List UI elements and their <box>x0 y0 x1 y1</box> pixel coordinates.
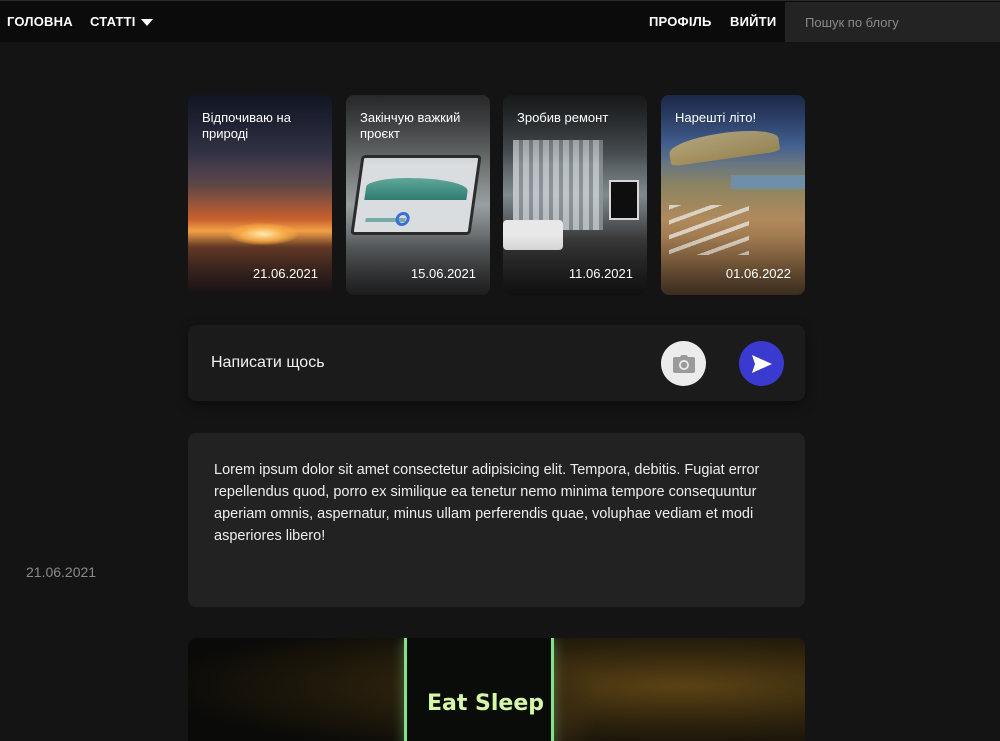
story-title: Нарешті літо! <box>675 110 757 125</box>
nav-profile-link[interactable]: ПРОФІЛЬ <box>649 1 712 43</box>
story-card[interactable]: Нарешті літо! 01.06.2022 <box>661 95 805 295</box>
image-post-card[interactable]: Eat Sleep <box>188 638 805 741</box>
nav-articles-link[interactable]: СТАТТІ <box>90 1 136 43</box>
chevron-down-icon[interactable] <box>141 19 153 26</box>
top-navigation: ГОЛОВНА СТАТТІ ПРОФІЛЬ ВИЙТИ <box>0 0 1000 42</box>
story-title: Відпочиваю на природі <box>202 110 291 141</box>
post-card: Lorem ipsum dolor sit amet consectetur a… <box>188 433 805 607</box>
story-date: 15.06.2021 <box>410 266 476 281</box>
story-title: Зробив ремонт <box>517 110 609 125</box>
send-button[interactable] <box>739 341 784 386</box>
story-date: 11.06.2021 <box>568 266 633 281</box>
story-card[interactable]: Закінчую важкий проєкт 15.06.2021 <box>346 95 490 295</box>
send-icon <box>751 354 772 373</box>
post-composer <box>188 325 805 401</box>
phone-text: Eat Sleep <box>427 691 545 716</box>
post-text: Lorem ipsum dolor sit amet consectetur a… <box>214 462 760 544</box>
search-input[interactable] <box>785 2 1000 42</box>
story-date: 21.06.2021 <box>252 266 318 281</box>
nav-home-link[interactable]: ГОЛОВНА <box>7 1 73 43</box>
nav-logout-link[interactable]: ВИЙТИ <box>730 1 776 43</box>
post-date: 21.06.2021 <box>26 564 97 580</box>
story-title: Закінчую важкий проєкт <box>360 110 461 141</box>
story-date: 01.06.2022 <box>725 266 791 281</box>
add-photo-button[interactable] <box>661 341 706 386</box>
phone-image: Eat Sleep <box>404 638 554 741</box>
compose-input[interactable] <box>188 325 648 401</box>
story-card[interactable]: Зробив ремонт 11.06.2021 <box>503 95 647 295</box>
story-card[interactable]: Відпочиваю на природі 21.06.2021 <box>188 95 332 295</box>
camera-icon <box>672 354 695 373</box>
